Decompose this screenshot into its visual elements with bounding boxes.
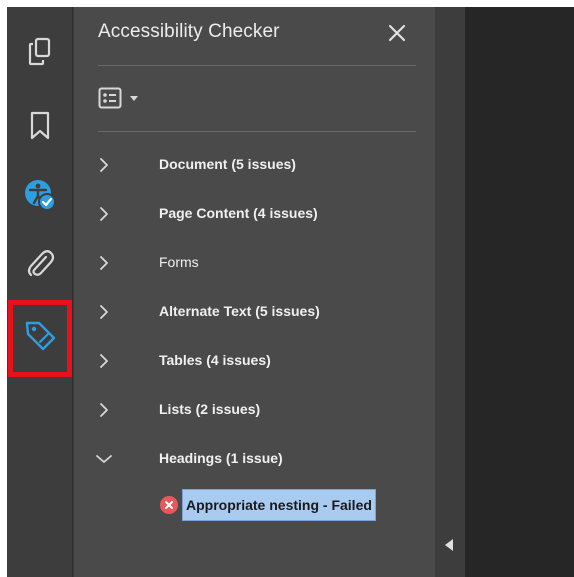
chevron-right-icon bbox=[94, 400, 114, 420]
category-list: Document (5 issues) Page Content (4 issu… bbox=[74, 142, 435, 485]
chevron-right-icon bbox=[94, 253, 114, 273]
chevron-right-icon bbox=[94, 204, 114, 224]
category-label: Alternate Text (5 issues) bbox=[159, 303, 320, 319]
panel-title: Accessibility Checker bbox=[98, 21, 280, 42]
category-label: Lists (2 issues) bbox=[159, 401, 261, 417]
close-panel-button[interactable] bbox=[385, 21, 409, 45]
toolbar-divider bbox=[98, 131, 416, 132]
issue-appropriate-nesting[interactable]: Appropriate nesting - Failed bbox=[160, 489, 376, 521]
category-headings[interactable]: Headings (1 issue) bbox=[74, 436, 435, 485]
left-toolbar bbox=[7, 7, 73, 577]
list-options-icon bbox=[98, 87, 122, 109]
attachment-icon bbox=[27, 250, 55, 277]
accessibility-checker-panel: Accessibility Checker Document (5 issues… bbox=[74, 7, 453, 577]
document-area[interactable] bbox=[465, 7, 574, 577]
category-label: Forms bbox=[159, 254, 199, 270]
collapse-panel-button[interactable] bbox=[442, 535, 456, 555]
tag-icon bbox=[25, 321, 56, 351]
chevron-right-icon bbox=[94, 351, 114, 371]
chevron-right-icon bbox=[94, 155, 114, 175]
header-divider bbox=[98, 65, 416, 66]
accessibility-checker-button[interactable] bbox=[15, 170, 65, 220]
category-forms[interactable]: Forms bbox=[74, 240, 435, 289]
chevron-down-icon bbox=[94, 449, 114, 469]
chevron-down-icon bbox=[130, 96, 138, 101]
triangle-left-icon bbox=[445, 539, 453, 551]
category-label: Tables (4 issues) bbox=[159, 352, 271, 368]
category-document[interactable]: Document (5 issues) bbox=[74, 142, 435, 191]
error-icon bbox=[160, 496, 178, 514]
chevron-right-icon bbox=[94, 302, 114, 322]
category-alternate-text[interactable]: Alternate Text (5 issues) bbox=[74, 289, 435, 338]
category-tables[interactable]: Tables (4 issues) bbox=[74, 338, 435, 387]
pages-icon bbox=[28, 37, 51, 66]
bookmarks-button[interactable] bbox=[15, 101, 65, 151]
bookmark-icon bbox=[30, 111, 50, 140]
close-icon bbox=[388, 24, 406, 42]
app-frame: Accessibility Checker Document (5 issues… bbox=[7, 7, 574, 577]
page-thumbnails-button[interactable] bbox=[15, 27, 65, 77]
accessibility-icon bbox=[25, 180, 56, 211]
category-label: Page Content (4 issues) bbox=[159, 205, 318, 221]
category-label: Headings (1 issue) bbox=[159, 450, 283, 466]
tags-button[interactable] bbox=[15, 310, 65, 360]
issue-label: Appropriate nesting - Failed bbox=[182, 489, 376, 521]
attachments-button[interactable] bbox=[15, 239, 65, 289]
category-label: Document (5 issues) bbox=[159, 156, 296, 172]
options-menu-button[interactable] bbox=[98, 85, 148, 111]
category-page-content[interactable]: Page Content (4 issues) bbox=[74, 191, 435, 240]
category-lists[interactable]: Lists (2 issues) bbox=[74, 387, 435, 436]
